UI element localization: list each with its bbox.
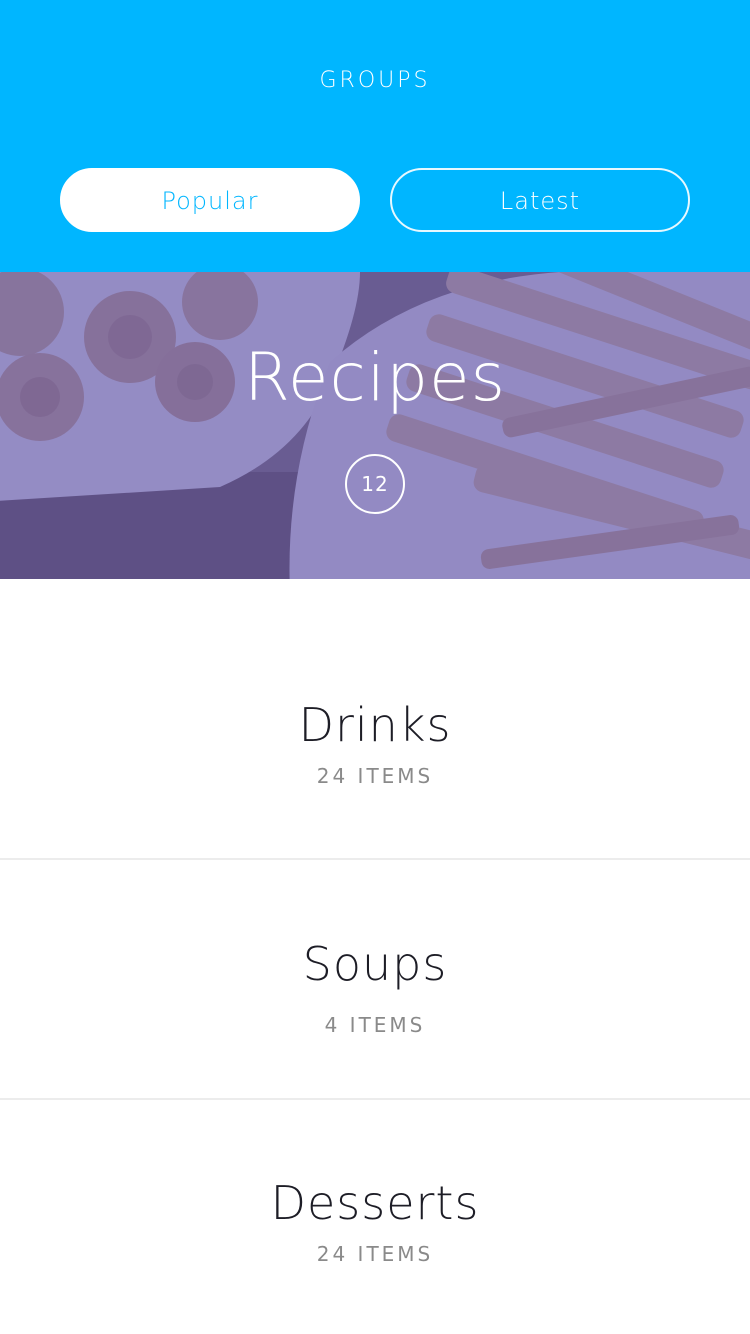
featured-group-title: Recipes bbox=[243, 339, 506, 416]
groups-screen: GROUPS Popular Latest Recipes 12 Drinks … bbox=[0, 0, 750, 1334]
group-row-soups[interactable]: Soups 4 ITEMS bbox=[0, 860, 750, 1100]
featured-group-card[interactable]: Recipes 12 bbox=[0, 272, 750, 579]
group-item-count: 4 ITEMS bbox=[324, 1013, 426, 1037]
group-title: Desserts bbox=[270, 1176, 480, 1230]
group-row-desserts[interactable]: Desserts 24 ITEMS bbox=[0, 1100, 750, 1334]
group-item-count: 24 ITEMS bbox=[316, 764, 434, 788]
tab-popular[interactable]: Popular bbox=[60, 168, 360, 232]
group-title: Drinks bbox=[298, 698, 452, 752]
group-title: Soups bbox=[302, 937, 448, 991]
tab-latest[interactable]: Latest bbox=[390, 168, 690, 232]
header: GROUPS Popular Latest bbox=[0, 0, 750, 272]
group-item-count: 24 ITEMS bbox=[316, 1242, 434, 1266]
group-row-drinks[interactable]: Drinks 24 ITEMS bbox=[0, 620, 750, 860]
featured-group-count-badge: 12 bbox=[345, 454, 405, 514]
page-title: GROUPS bbox=[319, 68, 431, 93]
hero-tint-overlay bbox=[0, 272, 750, 579]
